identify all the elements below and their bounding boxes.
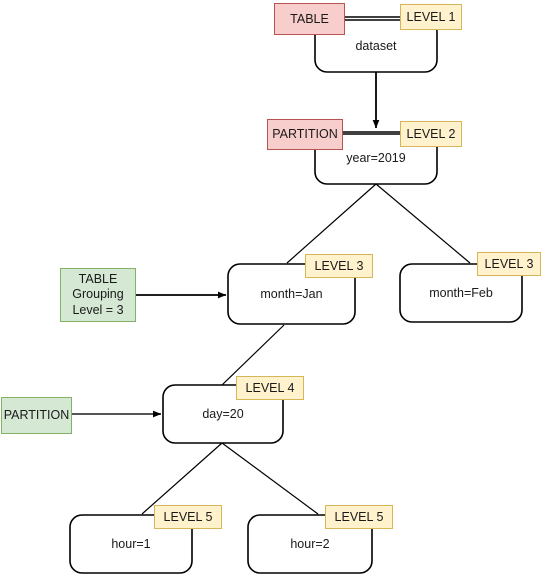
tag-table-grouping-line3: Level = 3 bbox=[72, 302, 124, 317]
edge-year-to-monthjan bbox=[286, 183, 377, 264]
tag-partition[interactable]: PARTITION bbox=[267, 119, 343, 150]
tag-table-grouping[interactable]: TABLE Grouping Level = 3 bbox=[60, 268, 136, 322]
tag-table[interactable]: TABLE bbox=[274, 3, 345, 35]
diagram-canvas: dataset year=2019 month=Jan month=Feb da… bbox=[0, 0, 541, 576]
node-label-day: day=20 bbox=[199, 406, 247, 422]
tag-partition-left[interactable]: PARTITION bbox=[1, 397, 72, 434]
edge-day-to-hour2 bbox=[221, 442, 319, 515]
tag-table-grouping-line1: TABLE bbox=[78, 272, 118, 287]
tag-table-grouping-line2: Grouping bbox=[72, 287, 124, 302]
badge-level-4[interactable]: LEVEL 4 bbox=[236, 376, 304, 400]
node-label-hour1: hour=1 bbox=[108, 536, 154, 552]
node-label-month-jan: month=Jan bbox=[257, 286, 326, 302]
badge-level-5-hour1[interactable]: LEVEL 5 bbox=[154, 505, 222, 529]
badge-level-5-hour2[interactable]: LEVEL 5 bbox=[325, 505, 393, 529]
node-label-hour2: hour=2 bbox=[287, 536, 333, 552]
badge-level-2[interactable]: LEVEL 2 bbox=[400, 121, 462, 147]
node-label-dataset: dataset bbox=[352, 38, 400, 54]
edge-day-to-hour1 bbox=[141, 442, 223, 515]
edge-year-to-monthfeb bbox=[375, 183, 471, 264]
node-label-month-feb: month=Feb bbox=[426, 285, 496, 301]
badge-level-1[interactable]: LEVEL 1 bbox=[400, 4, 462, 30]
badge-level-3-feb[interactable]: LEVEL 3 bbox=[477, 252, 541, 276]
badge-level-3-jan[interactable]: LEVEL 3 bbox=[305, 254, 373, 278]
tag-partition-left-label: PARTITION bbox=[3, 407, 70, 422]
node-label-year: year=2019 bbox=[343, 150, 409, 166]
